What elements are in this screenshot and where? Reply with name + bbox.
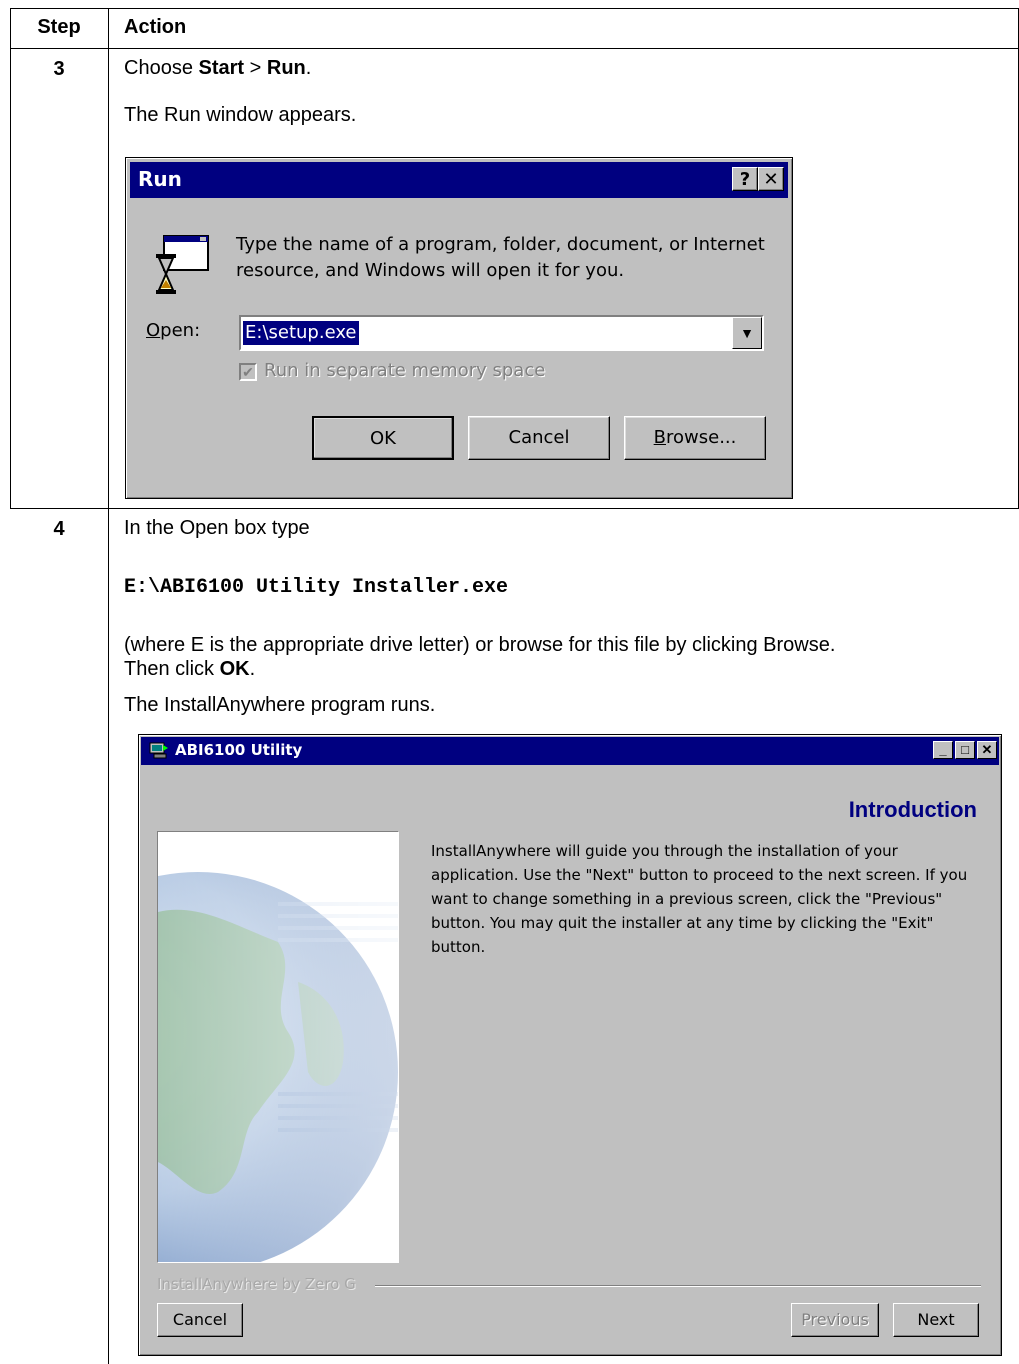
step3-start: Start [198, 57, 245, 79]
maximize-button[interactable]: □ [955, 741, 975, 759]
ok-button[interactable]: OK [312, 416, 454, 460]
separate-memory-label: Run in separate memory space [264, 360, 546, 381]
step-number-4: 4 [53, 518, 65, 540]
cancel-button[interactable]: Cancel [468, 416, 610, 460]
close-button[interactable]: ✕ [758, 167, 784, 191]
intro-line: button. You may quit the installer at an… [431, 914, 934, 932]
intro-line: want to change something in a previous s… [431, 890, 943, 908]
run-dialog: Run ? ✕ Type the name of a program, fold… [125, 157, 793, 499]
installer-globe-panel [157, 831, 399, 1263]
open-input-value[interactable]: E:\setup.exe [242, 320, 360, 346]
step3-post: . [305, 57, 312, 79]
step3-sep: > [244, 57, 267, 79]
step4-note-line1: (where E is the appropriate drive letter… [124, 634, 836, 656]
step4-note: (where E is the appropriate drive letter… [124, 633, 1004, 681]
step4-note-line2: Then click OK. [124, 658, 256, 680]
step3-result: The Run window appears. [124, 104, 357, 126]
table-column-divider [108, 8, 109, 1364]
separate-memory-checkbox[interactable]: ✔ [239, 363, 257, 381]
intro-line: InstallAnywhere will guide you through t… [431, 842, 898, 860]
table-header-border [10, 48, 1019, 49]
installer-close-button[interactable]: ✕ [977, 741, 997, 759]
browse-button[interactable]: Browse... [624, 416, 766, 460]
run-description-line2: resource, and Windows will open it for y… [236, 260, 625, 281]
step4-result: The InstallAnywhere program runs. [124, 694, 436, 716]
open-combobox[interactable]: E:\setup.exe ▼ [239, 315, 764, 351]
installer-brand: InstallAnywhere by Zero G [157, 1275, 356, 1293]
installer-previous-button[interactable]: Previous [791, 1303, 879, 1337]
run-description: Type the name of a program, folder, docu… [236, 232, 776, 284]
installer-heading: Introduction [848, 797, 977, 822]
installer-title: ABI6100 Utility [175, 741, 303, 759]
step4-instruction: In the Open box type [124, 517, 310, 539]
step4-command: E:\ABI6100 Utility Installer.exe [124, 576, 509, 599]
browse-label-rest: rowse... [666, 427, 737, 448]
globe-image [158, 832, 398, 1262]
minimize-button[interactable]: _ [933, 741, 953, 759]
help-button[interactable]: ? [732, 167, 758, 191]
step3-instruction-pre: Choose [124, 57, 199, 79]
run-program-icon [156, 235, 209, 294]
run-title: Run [138, 167, 182, 191]
step3-instruction: Choose Start > Run. [124, 56, 311, 80]
installer-app-icon [149, 742, 168, 759]
step-number-3: 3 [53, 58, 65, 80]
intro-line: application. Use the "Next" button to pr… [431, 866, 968, 884]
installer-footer-divider [375, 1285, 981, 1286]
installer-cancel-button[interactable]: Cancel [157, 1303, 243, 1337]
run-title-bar: Run ? ✕ [130, 162, 788, 198]
step4-ok: OK [219, 658, 250, 680]
table-top-border [10, 8, 1019, 9]
table-row-border [10, 508, 1019, 509]
chevron-down-icon[interactable]: ▼ [732, 317, 762, 349]
header-action: Action [124, 16, 187, 38]
run-description-line1: Type the name of a program, folder, docu… [236, 234, 765, 255]
installer-title-bar: ABI6100 Utility _ □ ✕ [141, 737, 999, 765]
step3-run: Run [266, 57, 306, 79]
installer-intro-text: InstallAnywhere will guide you through t… [431, 839, 971, 959]
installer-next-button[interactable]: Next [893, 1303, 979, 1337]
open-label: Open: [146, 320, 201, 341]
installer-window: ABI6100 Utility _ □ ✕ Introduction Insta… [138, 734, 1002, 1356]
open-label-rest: pen: [160, 320, 201, 341]
intro-line: button. [431, 938, 486, 956]
header-step: Step [37, 16, 81, 38]
table-left-border [10, 8, 11, 508]
